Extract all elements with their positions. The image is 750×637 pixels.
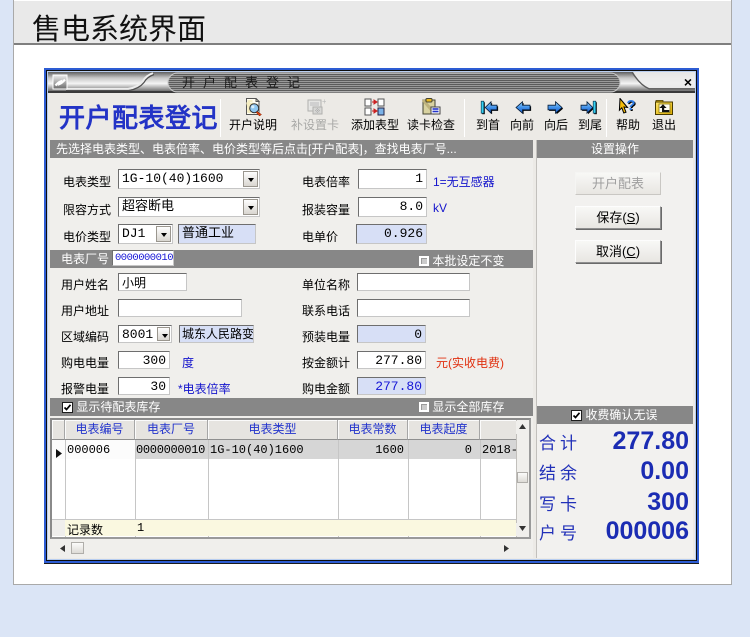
svg-text:×: × bbox=[684, 74, 692, 90]
svg-text:开户配表登记: 开户配表登记 bbox=[182, 75, 308, 90]
svg-text:+: + bbox=[322, 98, 326, 106]
svg-text:※: ※ bbox=[315, 108, 321, 115]
